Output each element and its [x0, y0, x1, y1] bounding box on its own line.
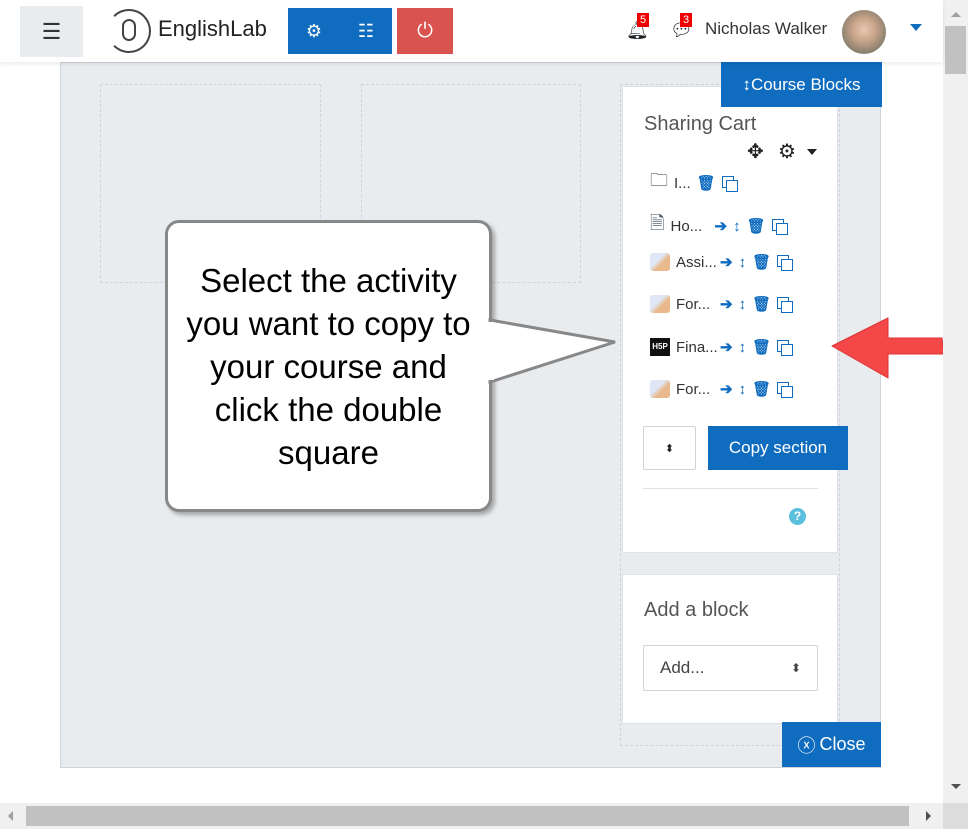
arrow-right-icon[interactable]: ➔ [720, 338, 733, 356]
trash-icon[interactable]: 🗑︎ [752, 253, 771, 271]
section-select[interactable]: ⬍ [643, 426, 696, 470]
trash-icon[interactable]: 🗑︎ [752, 295, 771, 313]
move-vertical-icon[interactable]: ↕ [739, 381, 747, 398]
list-item: 🗀 I... 🗑︎ [650, 168, 738, 198]
list-item: Assi... ➔ ↕ 🗑︎ [650, 253, 794, 271]
help-icon[interactable]: ? [789, 508, 806, 525]
logo-icon [107, 9, 151, 53]
block-title: Sharing Cart [644, 113, 757, 135]
callout-bubble: Select the activity you want to copy to … [165, 220, 492, 512]
top-navbar: ☰ EnglishLab ⚙ ☷ ⏻ 🔔︎ 5 💬︎ 3 Nicholas Wa… [0, 0, 943, 62]
scroll-down-icon[interactable] [951, 784, 961, 789]
copy-icon[interactable] [777, 255, 794, 271]
add-block-select[interactable]: Add... ⬍ [643, 645, 818, 691]
trash-icon[interactable]: 🗑︎ [747, 217, 766, 235]
move-vertical-icon[interactable]: ↕ [739, 339, 747, 356]
select-arrows-icon: ⬍ [790, 661, 801, 675]
trash-icon[interactable]: 🗑︎ [752, 380, 771, 398]
site-name[interactable]: EnglishLab [158, 16, 267, 42]
copy-icon[interactable] [777, 297, 794, 313]
list-item: For... ➔ ↕ 🗑︎ [650, 295, 794, 313]
arrow-right-icon[interactable]: ➔ [720, 295, 733, 313]
copy-icon[interactable] [777, 382, 794, 398]
message-badge: 3 [680, 13, 693, 27]
horizontal-scrollbar[interactable] [0, 803, 943, 829]
assignment-icon [650, 253, 670, 271]
scroll-corner [943, 803, 968, 829]
scroll-left-icon[interactable] [8, 811, 13, 821]
course-blocks-button[interactable]: ↕ Course Blocks [721, 62, 882, 107]
sitemap-button[interactable]: ☷ [340, 8, 392, 54]
trash-icon[interactable]: 🗑︎ [697, 174, 716, 192]
scroll-up-icon[interactable] [951, 12, 961, 17]
scroll-right-icon[interactable] [926, 811, 931, 821]
menu-toggle-button[interactable]: ☰ [20, 6, 83, 57]
user-name[interactable]: Nicholas Walker [705, 19, 827, 39]
move-vertical-icon[interactable]: ↕ [739, 254, 747, 271]
notification-badge: 5 [637, 13, 650, 27]
scroll-thumb[interactable] [945, 26, 966, 74]
move-icon[interactable]: ✥ [747, 139, 764, 164]
caret-down-icon[interactable] [807, 149, 817, 155]
copy-icon[interactable] [721, 176, 738, 192]
divider [643, 488, 818, 489]
page-icon: 🗎 [650, 213, 665, 233]
avatar[interactable] [842, 10, 886, 54]
arrow-right-icon[interactable]: ➔ [720, 380, 733, 398]
close-circle-icon: ⓧ [797, 735, 816, 756]
copy-section-button[interactable]: Copy section [708, 426, 848, 470]
assignment-icon [650, 295, 670, 313]
list-item: For... ➔ ↕ 🗑︎ [650, 380, 794, 398]
gear-icon[interactable]: ⚙ [778, 139, 796, 164]
move-vertical-icon[interactable]: ↕ [733, 218, 741, 235]
close-button[interactable]: ⓧ Close [782, 722, 881, 767]
settings-cogs-button[interactable]: ⚙ [288, 8, 340, 54]
arrow-right-icon[interactable]: ➔ [720, 253, 733, 271]
vertical-scrollbar[interactable] [943, 0, 968, 803]
move-vertical-icon[interactable]: ↕ [739, 296, 747, 313]
arrow-right-icon[interactable]: ➔ [714, 217, 727, 235]
assignment-icon [650, 380, 670, 398]
block-title: Add a block [644, 599, 749, 621]
callout-pointer [484, 318, 616, 385]
copy-icon[interactable] [777, 340, 794, 356]
trash-icon[interactable]: 🗑︎ [752, 338, 771, 356]
folder-icon: 🗀 [650, 170, 668, 190]
caret-down-icon[interactable] [910, 24, 922, 31]
list-item: 🗎 Ho... ➔ ↕ 🗑︎ [650, 211, 788, 241]
list-item: H5P Fina... ➔ ↕ 🗑︎ [650, 338, 794, 356]
h5p-icon: H5P [650, 338, 670, 356]
resize-icon: ↕ [742, 74, 751, 94]
copy-icon[interactable] [771, 219, 788, 235]
sharing-cart-block: Sharing Cart ✥ ⚙ [622, 86, 838, 553]
add-block-block: Add a block Add... ⬍ [622, 574, 838, 724]
red-arrow-icon [831, 317, 945, 379]
power-button[interactable]: ⏻ [397, 8, 453, 54]
scroll-thumb[interactable] [26, 806, 909, 826]
